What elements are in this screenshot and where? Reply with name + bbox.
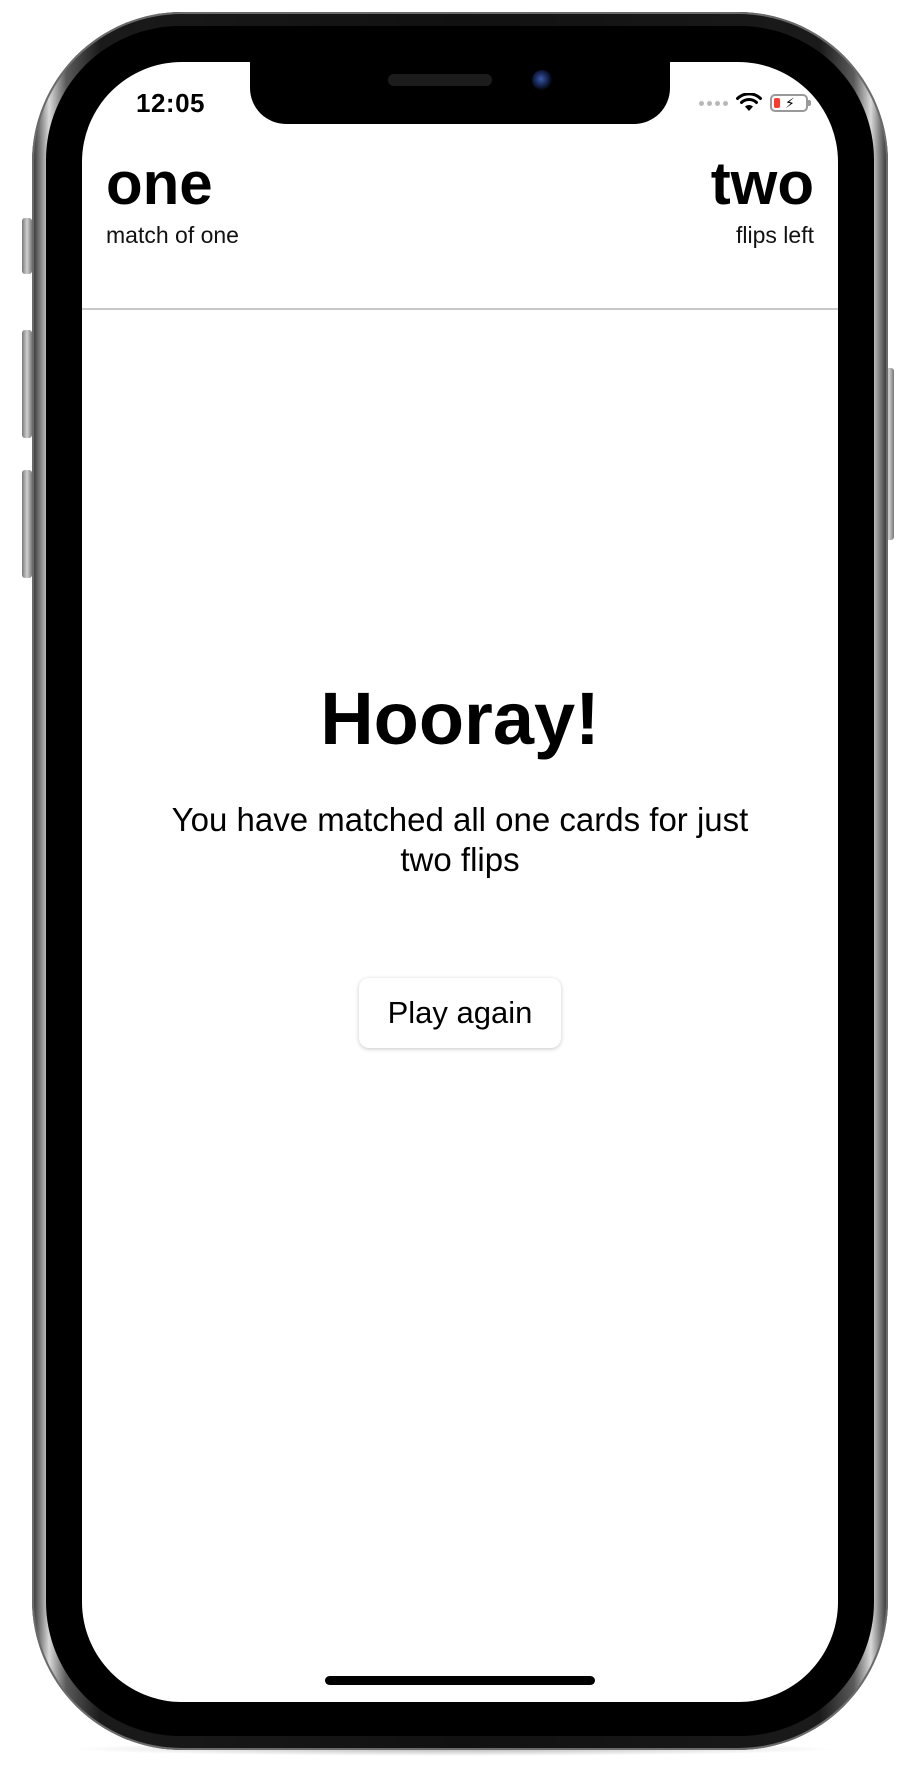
battery-charging-icon: ⚡ — [770, 94, 811, 112]
notch — [250, 62, 670, 124]
battery-level — [774, 98, 780, 108]
wifi-icon — [736, 93, 762, 111]
play-again-button[interactable]: Play again — [359, 978, 561, 1048]
matches-value: one — [106, 150, 213, 217]
flips-stat: two flips left — [711, 148, 814, 250]
volume-up-button — [22, 330, 32, 438]
phone-screen: 12:05 ⚡ one match of one two flips left … — [82, 62, 838, 1702]
game-header: one match of one two flips left — [82, 148, 838, 310]
flips-caption: flips left — [736, 222, 814, 248]
status-icons: ⚡ — [699, 88, 811, 118]
flips-value: two — [710, 150, 814, 217]
result-panel: Hooray! You have matched all one cards f… — [82, 310, 838, 1702]
status-time: 12:05 — [136, 88, 205, 118]
speaker-grille — [388, 74, 492, 86]
volume-down-button — [22, 470, 32, 578]
matches-stat: one match of one — [106, 148, 239, 250]
home-indicator[interactable] — [325, 1676, 595, 1685]
result-message: You have matched all one cards for just … — [171, 801, 749, 878]
signal-dots-icon — [699, 100, 728, 106]
result-title: Hooray! — [320, 677, 600, 760]
front-camera — [532, 70, 552, 90]
matches-caption: match of one — [106, 222, 239, 248]
silent-switch — [22, 218, 32, 274]
device-mockup: 12:05 ⚡ one match of one two flips left … — [0, 0, 909, 1768]
bolt-icon: ⚡ — [785, 95, 795, 111]
